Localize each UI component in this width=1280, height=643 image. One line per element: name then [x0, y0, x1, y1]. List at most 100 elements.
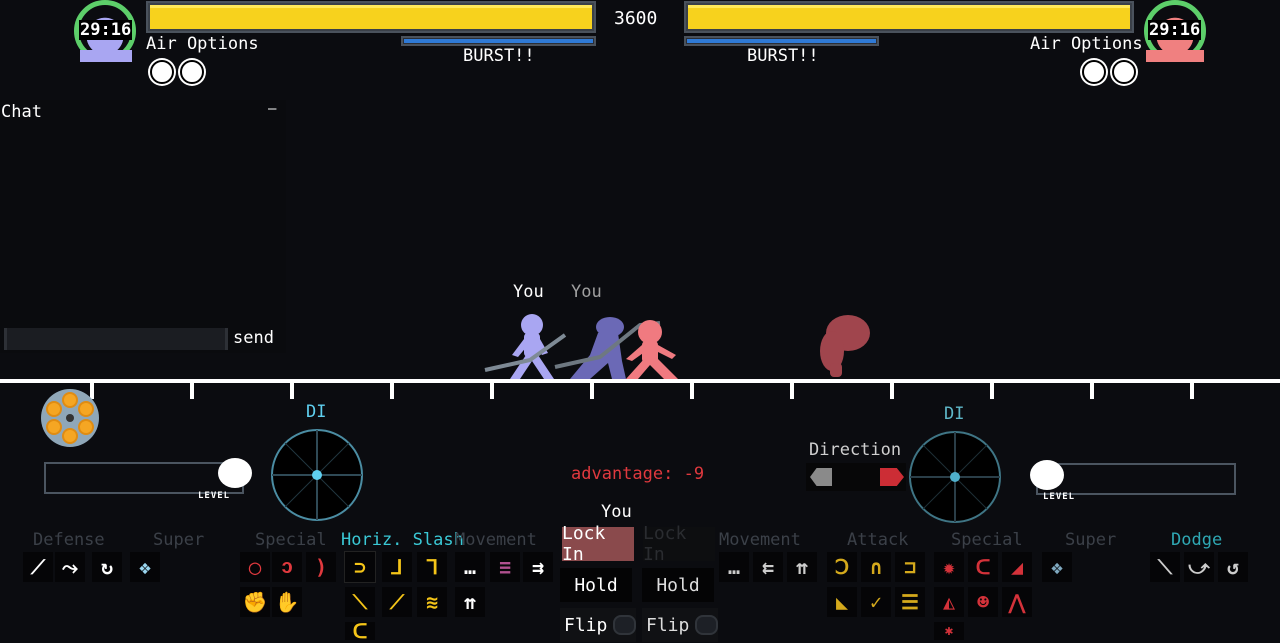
burst-ring-icon[interactable]: ) [306, 552, 336, 582]
p2-double-jump-icon[interactable]: ⇈ [787, 552, 817, 582]
broom-icon[interactable]: ✓ [861, 587, 891, 617]
charge-icon[interactable]: ◭ [934, 587, 964, 617]
stage-tick [1190, 383, 1194, 399]
p2-di-cursor [950, 472, 960, 482]
p1-level-bar [44, 462, 244, 494]
super-burst-icon[interactable]: ❖ [130, 552, 160, 582]
air-option-pip [150, 60, 174, 84]
ladder-icon[interactable]: ☰ [895, 587, 925, 617]
air-option-pip [180, 60, 204, 84]
direction-selector[interactable] [806, 463, 906, 491]
p2-category-dodge[interactable]: Dodge [1171, 530, 1222, 550]
undo-icon[interactable]: ↺ [1218, 552, 1248, 582]
p1-hp-bar [146, 1, 596, 33]
you-label: You [601, 502, 632, 522]
magnet-icon[interactable]: ∩ [861, 552, 891, 582]
stab-icon[interactable]: ⟋ [382, 587, 412, 617]
horiz-slash-icon[interactable]: ⊃ [344, 551, 376, 583]
chat-input[interactable] [4, 328, 228, 350]
fist-icon[interactable]: ✋ [272, 587, 302, 617]
ghost-name-tag: You [571, 282, 602, 302]
air-option-pip [1082, 60, 1106, 84]
chat-panel: Chat — send [0, 100, 286, 353]
p2-hook-icon[interactable]: Ↄ [827, 552, 857, 582]
p2-level-icon [1030, 460, 1064, 490]
p1-category-defense[interactable]: Defense [33, 530, 105, 550]
wait-icon[interactable]: … [455, 552, 485, 582]
down-slash-icon[interactable]: ⅃ [382, 552, 412, 582]
p2-burst-fill [687, 39, 876, 43]
kick-icon[interactable]: ◣ [827, 587, 857, 617]
stage-tick [1090, 383, 1094, 399]
p2-flip-switch[interactable] [695, 615, 718, 635]
p1-di-cursor [312, 470, 322, 480]
p2-ghost-fighter [820, 315, 870, 377]
p1-burst-bar [401, 36, 596, 46]
up-slash-icon[interactable]: ᒣ [417, 552, 447, 582]
p2-category-special[interactable]: Special [951, 530, 1023, 550]
advantage-readout: advantage: -9 [571, 464, 705, 484]
roll-forward-icon[interactable]: ⤻ [1184, 552, 1214, 582]
fighters [484, 314, 870, 379]
whirl-icon[interactable]: ◯ [240, 552, 270, 582]
chat-send-button[interactable]: send [233, 330, 274, 347]
p2-super-burst-icon[interactable]: ❖ [1042, 552, 1072, 582]
dash-icon[interactable]: ≡ [490, 552, 520, 582]
direction-left-arrow[interactable] [810, 468, 832, 486]
p2-di-wheel[interactable] [909, 431, 1001, 523]
hook-icon[interactable]: ᑕ [345, 619, 375, 643]
roll-back-icon[interactable]: ⟍ [1150, 552, 1180, 582]
p1-air-options-label: Air Options [146, 34, 259, 54]
p1-di-wheel[interactable] [271, 429, 363, 521]
p1-category-horiz-slash[interactable]: Horiz. Slash [341, 530, 464, 550]
jab-icon[interactable]: ⟍ [345, 587, 375, 617]
p2-hold-button[interactable]: Hold [642, 568, 714, 602]
whip-icon[interactable]: ᑕ [968, 552, 998, 582]
p1-air-options-pips [150, 60, 210, 88]
stage-tick [290, 383, 294, 399]
p2-level-bar [1036, 463, 1236, 495]
direction-label: Direction [809, 440, 902, 460]
spikes-icon[interactable]: ⋀ [1002, 587, 1032, 617]
p2-flip-toggle[interactable]: Flip [642, 608, 718, 642]
ghost-fighter [570, 317, 626, 379]
p1-portrait-timer: 29:16 [79, 20, 133, 40]
gear-icon[interactable]: ✹ [934, 552, 964, 582]
match-timer: 3600 [614, 8, 658, 29]
p2-level-label: LEVEL [1043, 492, 1076, 502]
bomb-icon[interactable]: ☻ [968, 587, 998, 617]
p2-lock-in-button[interactable]: Lock In [643, 523, 715, 565]
p2-category-attack[interactable]: Attack [847, 530, 908, 550]
tackle-icon[interactable]: ✊ [240, 587, 270, 617]
p2-category-super[interactable]: Super [1065, 530, 1116, 550]
bug-icon[interactable]: ✱ [934, 622, 964, 640]
block-icon[interactable]: ⟋ [23, 552, 53, 582]
stage-tick [990, 383, 994, 399]
p1-category-super[interactable]: Super [153, 530, 204, 550]
direction-right-arrow[interactable] [880, 468, 904, 486]
p1-portrait-base [80, 50, 132, 62]
grab-icon[interactable]: ⊐ [895, 552, 925, 582]
spin-icon[interactable]: ↄ [272, 552, 302, 582]
double-left-icon[interactable]: ⇇ [753, 552, 783, 582]
p1-hold-button[interactable]: Hold [560, 568, 632, 602]
stage-tick [390, 383, 394, 399]
p1-di-label: DI [306, 402, 327, 422]
parry-icon[interactable]: ⤳ [55, 552, 85, 582]
p1-name-tag: You [513, 282, 544, 302]
p1-hp-fill [150, 5, 592, 29]
reset-icon[interactable]: ↻ [92, 552, 122, 582]
p1-flip-toggle[interactable]: Flip [560, 608, 636, 642]
p2-category-movement[interactable]: Movement [719, 530, 801, 550]
p1-category-movement[interactable]: Movement [455, 530, 537, 550]
double-right-icon[interactable]: ⇉ [523, 552, 553, 582]
double-jump-icon[interactable]: ⇈ [455, 587, 485, 617]
p1-flip-switch[interactable] [613, 615, 636, 635]
chat-minimize-button[interactable]: — [268, 102, 276, 116]
sweep-icon[interactable]: ≋ [417, 587, 447, 617]
p1-category-special[interactable]: Special [255, 530, 327, 550]
slide-icon[interactable]: ◢ [1002, 552, 1032, 582]
p2-wait-icon[interactable]: … [719, 552, 749, 582]
p1-level-label: LEVEL [198, 491, 231, 501]
p1-lock-in-button[interactable]: Lock In [562, 523, 634, 565]
